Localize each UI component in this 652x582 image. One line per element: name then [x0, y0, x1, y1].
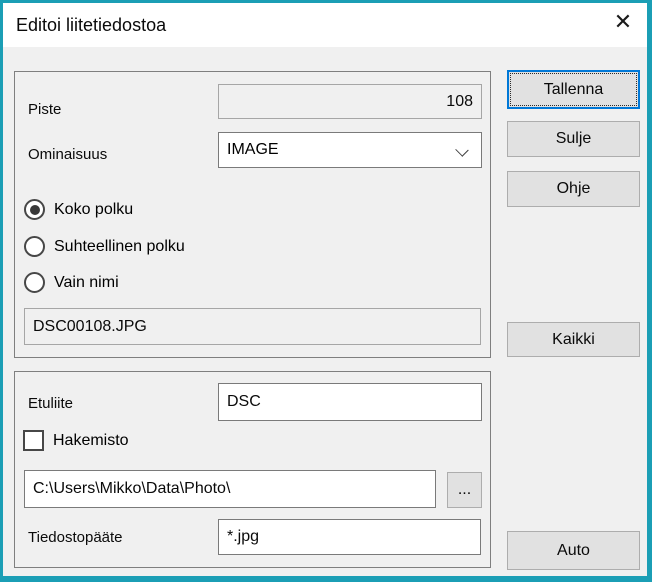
path-input[interactable]: C:\Users\Mikko\Data\Photo\ — [24, 470, 436, 508]
radio-label: Vain nimi — [54, 274, 119, 292]
chevron-down-icon[interactable] — [455, 143, 468, 156]
combobox-selected-value: IMAGE — [227, 141, 279, 159]
kaikki-button[interactable]: Kaikki — [507, 322, 640, 357]
dialog-title: Editoi liitetiedostoa — [16, 15, 166, 36]
close-icon[interactable]: ✕ — [606, 5, 640, 39]
sulje-button[interactable]: Sulje — [507, 121, 640, 157]
tallenna-button[interactable]: Tallenna — [507, 70, 640, 109]
ominaisuus-combobox[interactable]: IMAGE — [218, 132, 482, 168]
tiedostopaate-label: Tiedostopääte — [28, 529, 123, 546]
hakemisto-label: Hakemisto — [53, 432, 129, 450]
etuliite-input[interactable]: DSC — [218, 383, 482, 421]
checkbox-unchecked-icon[interactable] — [23, 430, 44, 451]
radio-koko-polku[interactable]: Koko polku — [24, 199, 133, 220]
etuliite-label: Etuliite — [28, 395, 73, 412]
radio-label: Suhteellinen polku — [54, 238, 185, 256]
piste-field: 108 — [218, 84, 482, 119]
titlebar: Editoi liitetiedostoa — [3, 3, 647, 47]
radio-vain-nimi[interactable]: Vain nimi — [24, 272, 119, 293]
ohje-button[interactable]: Ohje — [507, 171, 640, 207]
radio-selected-icon[interactable] — [24, 199, 45, 220]
radio-label: Koko polku — [54, 201, 133, 219]
ominaisuus-label: Ominaisuus — [28, 146, 107, 163]
auto-button[interactable]: Auto — [507, 531, 640, 570]
filename-field: DSC00108.JPG — [24, 308, 481, 345]
tiedostopaate-input[interactable]: *.jpg — [218, 519, 481, 555]
piste-label: Piste — [28, 101, 61, 118]
radio-unselected-icon[interactable] — [24, 236, 45, 257]
radio-unselected-icon[interactable] — [24, 272, 45, 293]
radio-suhteellinen-polku[interactable]: Suhteellinen polku — [24, 236, 185, 257]
edit-attachment-dialog: Editoi liitetiedostoa ✕ Piste 108 Ominai… — [0, 0, 652, 582]
hakemisto-checkbox-row[interactable]: Hakemisto — [23, 430, 129, 451]
browse-button[interactable]: ... — [447, 472, 482, 508]
